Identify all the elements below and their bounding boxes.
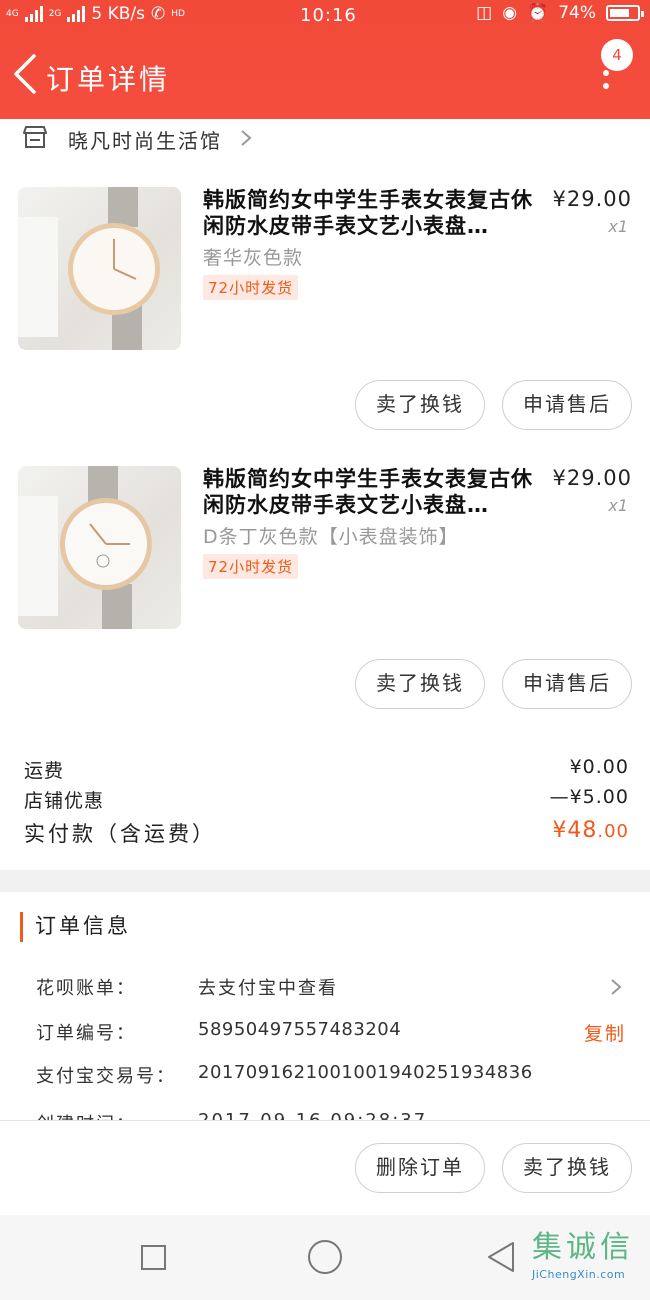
battery-percent: 74% [558, 3, 596, 23]
info-label: 支付宝交易号： [36, 1066, 176, 1087]
shipping-value: ¥0.00 [569, 756, 629, 778]
info-label: 创建时间： [36, 1110, 136, 1120]
hd-label: HD [171, 8, 185, 19]
watermark-url: JiChengXin.com [532, 1268, 626, 1281]
lock-rotation-icon: ◉ [502, 3, 518, 23]
copy-button[interactable]: 复制 [584, 1019, 626, 1046]
trade-number: 2017091621001001940251934836 [198, 1062, 533, 1083]
product-price: ¥29.00 [552, 187, 632, 211]
app-header: 4G 2G 5 KB/s ✆ HD 10:16 ◫ ◉ ⏰ 74% 订单详情 4 [0, 0, 650, 119]
product-quantity: x1 [608, 217, 628, 236]
delete-order-button[interactable]: 删除订单 [355, 1143, 485, 1193]
info-value: 去支付宝中查看 [198, 978, 338, 999]
store-row[interactable]: 晓凡时尚生活馆 [0, 119, 650, 155]
total-label: 实付款（含运费） [24, 822, 216, 846]
store-icon [23, 126, 47, 148]
product-variant: D条丁灰色款【小表盘装饰】 [203, 526, 459, 548]
shipping-tag: 72小时发货 [203, 275, 299, 300]
action-bar: 删除订单 卖了换钱 [0, 1120, 650, 1215]
home-icon[interactable] [308, 1240, 342, 1274]
huabei-row[interactable]: 花呗账单： 去支付宝中查看 [36, 970, 626, 1004]
shipping-tag: 72小时发货 [203, 554, 299, 579]
order-number: 58950497557483204 [198, 1019, 402, 1040]
back-arrow-icon[interactable] [10, 52, 40, 96]
product-price: ¥29.00 [552, 466, 632, 490]
product-name[interactable]: 韩版简约女中学生手表女表复古休闲防水皮带手表文艺小表盘… [203, 466, 543, 518]
product-name[interactable]: 韩版简约女中学生手表女表复古休闲防水皮带手表文艺小表盘… [203, 187, 543, 239]
discount-row: 店铺优惠 —¥5.00 [24, 786, 629, 816]
product-thumbnail[interactable] [18, 466, 181, 629]
discount-label: 店铺优惠 [24, 790, 105, 812]
shipping-label: 运费 [24, 760, 65, 782]
signal-icon [24, 6, 43, 22]
resell-button[interactable]: 卖了换钱 [355, 380, 485, 430]
shipping-row: 运费 ¥0.00 [24, 756, 629, 786]
product-item[interactable]: 韩版简约女中学生手表女表复古休闲防水皮带手表文艺小表盘… ¥29.00 x1 奢… [0, 187, 650, 447]
total-cents: .00 [597, 821, 629, 842]
clock: 10:16 [300, 5, 357, 26]
watch-image [18, 466, 152, 629]
network-4g-label: 4G [6, 8, 19, 19]
info-label: 订单编号： [36, 1023, 136, 1044]
battery-icon [606, 5, 644, 21]
recent-apps-icon[interactable] [141, 1245, 166, 1270]
page-title: 订单详情 [46, 63, 171, 96]
call-icon: ✆ [151, 4, 166, 24]
more-menu-icon[interactable] [596, 70, 616, 100]
chevron-right-icon [241, 130, 252, 146]
order-number-row: 订单编号： 58950497557483204 复制 [36, 1015, 626, 1049]
nav-bar: 订单详情 [0, 46, 650, 106]
status-left: 4G 2G 5 KB/s ✆ HD [6, 4, 185, 24]
chevron-right-icon [611, 979, 622, 995]
resell-button[interactable]: 卖了换钱 [355, 659, 485, 709]
discount-value: —¥5.00 [549, 786, 629, 808]
info-label: 花呗账单： [36, 978, 136, 999]
status-right: ◫ ◉ ⏰ 74% [476, 3, 644, 23]
product-variant: 奢华灰色款 [203, 247, 304, 269]
alarm-icon: ⏰ [527, 3, 549, 23]
back-icon[interactable] [486, 1240, 516, 1274]
product-quantity: x1 [608, 496, 628, 515]
watermark: 集诚信 JiChengXin.com [532, 1222, 650, 1300]
total-value: ¥48.00 [552, 818, 629, 843]
product-thumbnail[interactable] [18, 187, 181, 350]
net-speed: 5 KB/s [91, 4, 146, 24]
notification-badge[interactable]: 4 [601, 39, 633, 71]
watch-image [18, 187, 160, 350]
after-sale-button[interactable]: 申请售后 [502, 380, 632, 430]
created-time-row: 创建时间： 2017-09-16 09:28:37 [36, 1106, 626, 1120]
section-divider [0, 870, 650, 892]
alipay-trade-row: 支付宝交易号： 2017091621001001940251934836 [36, 1058, 626, 1092]
product-item[interactable]: 韩版简约女中学生手表女表复古休闲防水皮带手表文艺小表盘… ¥29.00 x1 D… [0, 466, 650, 726]
total-main: ¥48 [552, 818, 598, 843]
created-time: 2017-09-16 09:28:37 [198, 1110, 427, 1120]
order-info-title: 订单信息 [20, 912, 131, 942]
store-name: 晓凡时尚生活馆 [68, 129, 222, 153]
total-row: 实付款（含运费） ¥48.00 [24, 818, 629, 852]
mute-icon: ◫ [476, 3, 493, 23]
status-bar: 4G 2G 5 KB/s ✆ HD 10:16 ◫ ◉ ⏰ 74% [0, 0, 650, 32]
network-2g-label: 2G [48, 8, 62, 19]
resell-button[interactable]: 卖了换钱 [502, 1143, 632, 1193]
after-sale-button[interactable]: 申请售后 [502, 659, 632, 709]
watermark-logo: 集诚信 [532, 1230, 634, 1265]
signal-2-icon [67, 6, 86, 22]
